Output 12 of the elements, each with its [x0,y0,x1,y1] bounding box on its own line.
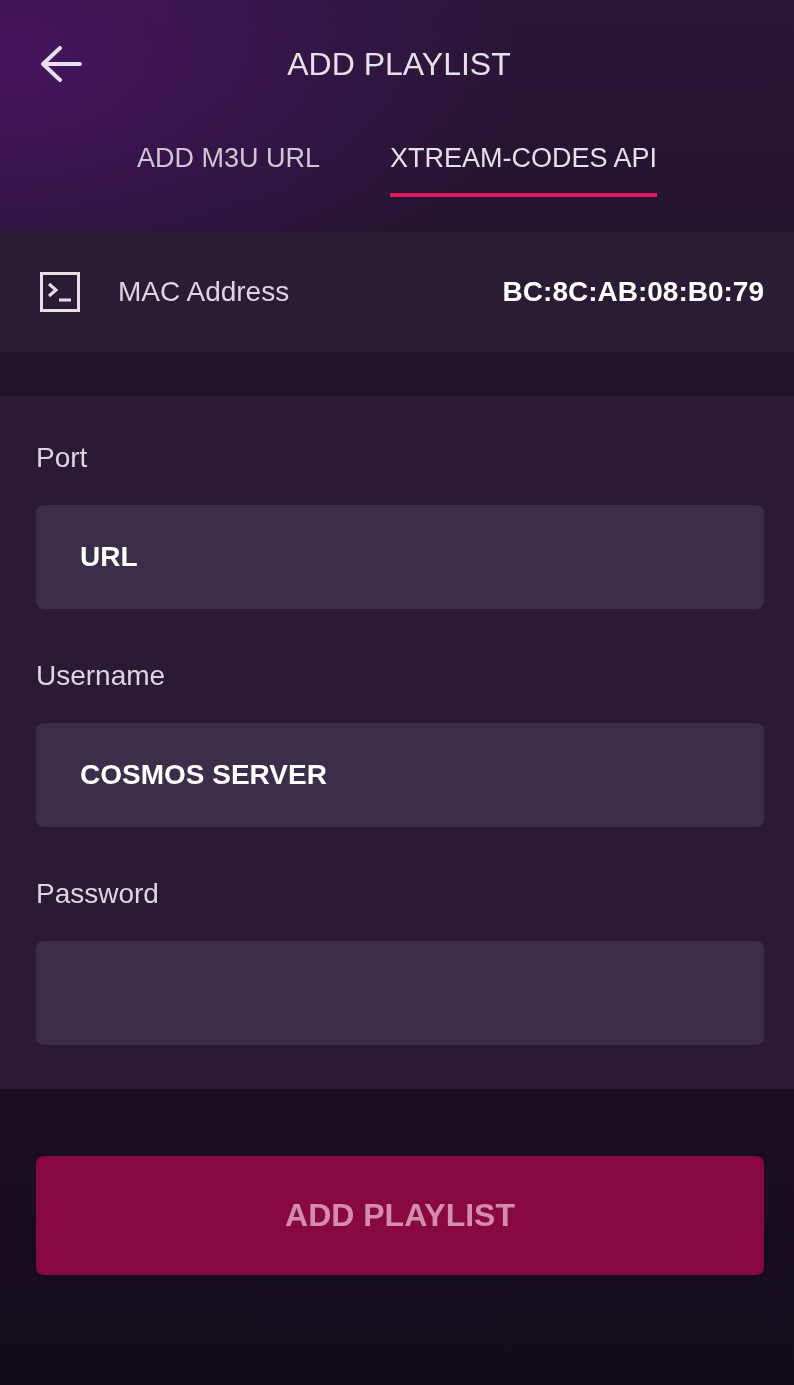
tab[interactable]: XTREAM-CODES API [390,124,658,197]
page-title: ADD PLAYLIST [287,45,511,83]
field-label: Port [36,441,88,475]
back-arrow-icon[interactable] [40,46,82,82]
mac-address-value: BC:8C:AB:08:B0:79 [502,276,764,308]
field-label: Username [36,659,166,693]
input-field[interactable]: URL [36,505,764,609]
terminal-icon [40,272,80,312]
tab[interactable]: ADD M3U URL [136,124,320,197]
mac-address-label: MAC Address [118,276,290,308]
input-field[interactable]: COSMOS SERVER [36,723,764,827]
field-label: Password [36,877,159,911]
